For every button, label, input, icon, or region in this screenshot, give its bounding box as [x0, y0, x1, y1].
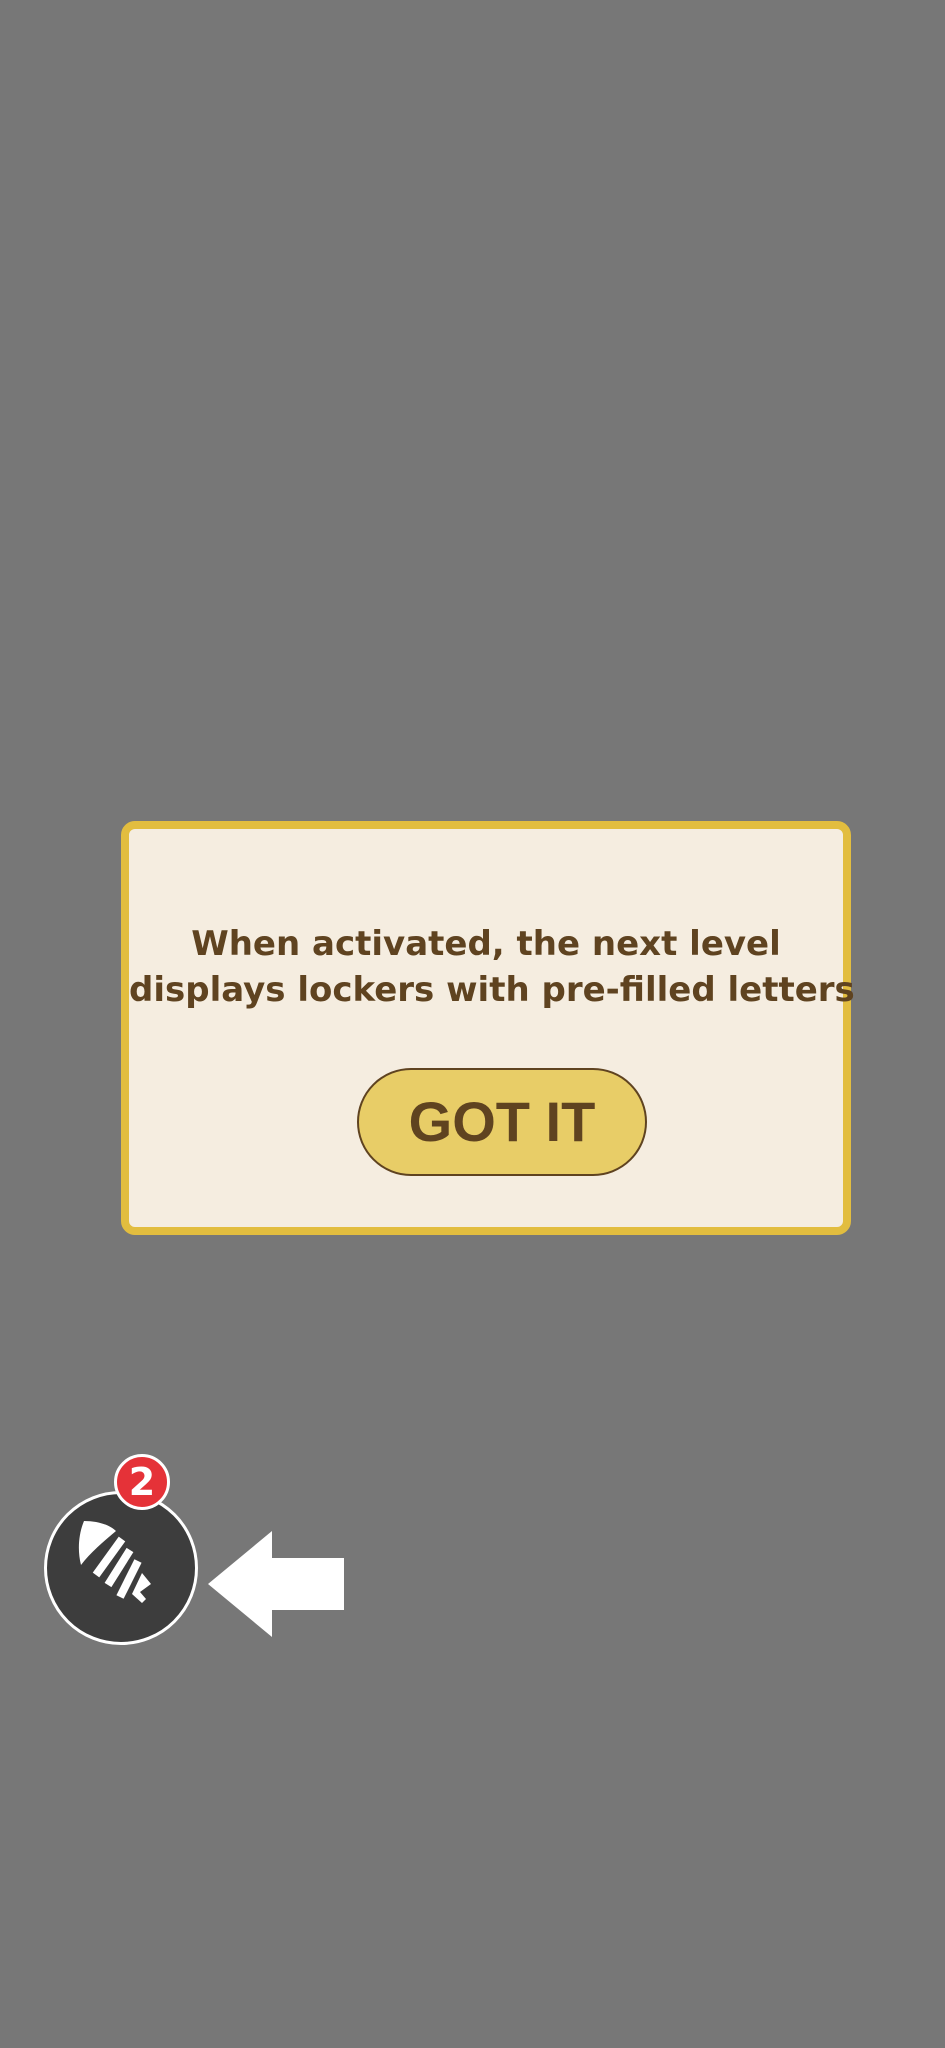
booster-button[interactable]	[44, 1491, 198, 1645]
dialog-message: When activated, the next level displays …	[129, 921, 855, 1013]
got-it-button[interactable]: GOT IT	[357, 1068, 647, 1176]
arrow-left-icon	[208, 1531, 344, 1637]
dialog-message-line: When activated, the next level	[191, 924, 781, 964]
booster-info-dialog: When activated, the next level displays …	[121, 821, 855, 1235]
rocket-icon	[78, 1521, 151, 1603]
booster-count-badge: 2	[114, 1454, 170, 1510]
dialog-message-line: displays lockers with pre-filled letters	[129, 970, 855, 1010]
